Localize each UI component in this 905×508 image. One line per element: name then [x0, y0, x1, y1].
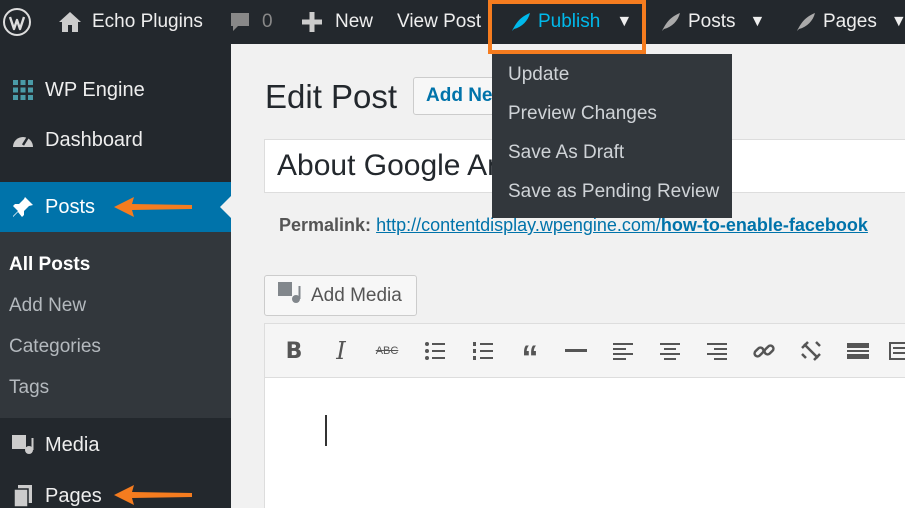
sidebar-item-media[interactable]: Media: [0, 425, 231, 465]
view-post-label: View Post: [397, 11, 482, 32]
pages-icon: [0, 484, 45, 508]
new-content-link[interactable]: New: [301, 0, 373, 44]
read-more-icon[interactable]: [843, 336, 873, 366]
permalink-label: Permalink:: [279, 215, 372, 235]
submenu-item-add-new[interactable]: Add New: [9, 295, 86, 317]
italic-icon[interactable]: I: [326, 336, 356, 366]
media-icon: [277, 281, 311, 311]
bullet-list-icon[interactable]: [420, 336, 450, 366]
sidebar-item-label: WP Engine: [45, 78, 145, 101]
site-name: Echo Plugins: [92, 11, 203, 32]
admin-sidebar: WP Engine Dashboard Posts All Posts Add …: [0, 44, 231, 508]
publish-dropdown-menu: Update Preview Changes Save As Draft Sav…: [492, 54, 732, 218]
add-media-label: Add Media: [311, 284, 402, 306]
submenu-item-categories[interactable]: Categories: [9, 336, 101, 358]
sidebar-item-label: Pages: [45, 484, 102, 507]
wordpress-logo-icon[interactable]: [2, 0, 32, 44]
text-cursor: [325, 415, 327, 446]
link-icon[interactable]: [749, 336, 779, 366]
add-media-button[interactable]: Add Media: [264, 275, 417, 316]
screen: Echo Plugins 0 New View Post Publish ▼ P…: [0, 0, 905, 508]
sidebar-item-wp-engine[interactable]: WP Engine: [0, 70, 231, 110]
menu-item-save-as-draft[interactable]: Save As Draft: [508, 142, 624, 164]
align-right-icon[interactable]: [702, 336, 732, 366]
permalink-slug-link[interactable]: how-to-enable-facebook: [661, 215, 868, 235]
dashboard-icon: [0, 129, 45, 151]
numbered-list-icon[interactable]: [468, 336, 498, 366]
posts-submenu: All Posts Add New Categories Tags: [0, 232, 231, 418]
comment-icon: [228, 10, 252, 34]
editor-toolbar: B I ABC “: [265, 324, 905, 378]
page-title: Edit Post: [265, 78, 398, 115]
menu-item-save-as-pending-review[interactable]: Save as Pending Review: [508, 181, 719, 203]
content-editor: B I ABC “: [264, 323, 905, 508]
sidebar-item-dashboard[interactable]: Dashboard: [0, 120, 231, 160]
toolbar-toggle-icon[interactable]: [885, 336, 905, 366]
submenu-item-all-posts[interactable]: All Posts: [9, 254, 90, 276]
feather-icon: [795, 11, 817, 33]
comments-link[interactable]: 0: [228, 0, 273, 44]
posts-menu-button[interactable]: Posts ▼: [660, 0, 765, 44]
bold-icon[interactable]: B: [279, 336, 309, 366]
grid-icon: [0, 79, 45, 101]
new-label: New: [335, 11, 374, 32]
home-icon: [58, 11, 82, 33]
caret-down-icon: ▼: [749, 13, 766, 30]
align-center-icon[interactable]: [655, 336, 685, 366]
sidebar-item-label: Posts: [45, 195, 96, 218]
comments-count: 0: [262, 11, 273, 32]
permalink-row: Permalink: http://contentdisplay.wpengin…: [279, 215, 868, 236]
plus-icon: [301, 11, 323, 33]
horizontal-line-icon[interactable]: [561, 336, 591, 366]
menu-item-update[interactable]: Update: [508, 64, 569, 86]
pages-menu-button[interactable]: Pages ▼: [795, 0, 905, 44]
caret-down-icon: ▼: [890, 13, 905, 30]
permalink-base-link[interactable]: http://contentdisplay.wpengine.com/: [376, 215, 661, 235]
sidebar-item-label: Dashboard: [45, 128, 143, 151]
view-post-link[interactable]: View Post: [397, 0, 481, 44]
blockquote-icon[interactable]: “: [515, 336, 545, 375]
annotation-arrow-posts: [114, 197, 192, 217]
pages-label: Pages: [823, 11, 877, 32]
align-left-icon[interactable]: [608, 336, 638, 366]
sidebar-item-label: Media: [45, 433, 100, 456]
submenu-item-tags[interactable]: Tags: [9, 377, 49, 399]
media-icon: [0, 434, 45, 456]
publish-highlight-box: [488, 0, 646, 54]
annotation-arrow-pages: [114, 485, 192, 505]
posts-label: Posts: [688, 11, 736, 32]
menu-item-preview-changes[interactable]: Preview Changes: [508, 103, 657, 125]
admin-bar: Echo Plugins 0 New View Post Publish ▼ P…: [0, 0, 905, 54]
site-name-link[interactable]: Echo Plugins: [58, 0, 203, 44]
strikethrough-icon[interactable]: ABC: [372, 336, 402, 366]
active-notch: [220, 196, 231, 218]
feather-icon: [660, 11, 682, 33]
pin-icon: [0, 195, 45, 219]
unlink-icon[interactable]: [796, 336, 826, 366]
